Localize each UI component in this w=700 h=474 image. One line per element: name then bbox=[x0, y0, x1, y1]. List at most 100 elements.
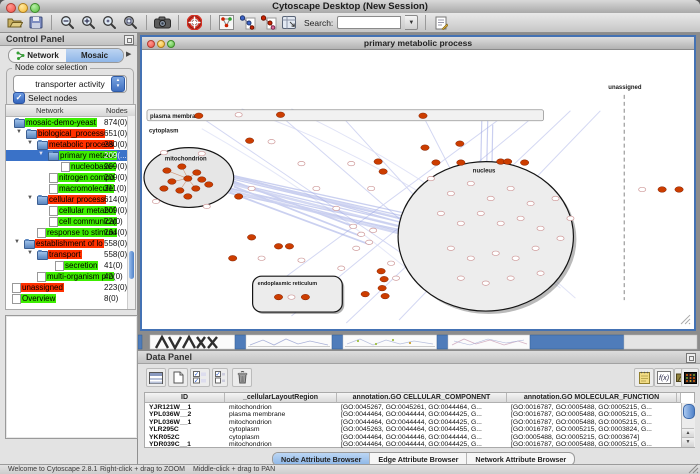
zoom-fit-icon[interactable] bbox=[122, 15, 139, 31]
toolbar-separator bbox=[178, 15, 179, 30]
float-panel-icon[interactable] bbox=[124, 35, 134, 45]
file-icon bbox=[61, 162, 70, 172]
table-row[interactable]: YPL036W__1mitochondrion [GO:0044464, GO:… bbox=[145, 419, 680, 426]
file-icon bbox=[49, 217, 58, 227]
endoplasmic-reticulum-label: endoplasmic reticulum bbox=[258, 281, 318, 287]
select-attributes-icon[interactable] bbox=[146, 368, 166, 387]
svg-text:✓: ✓ bbox=[194, 372, 199, 378]
tree-column-nodes[interactable]: Nodes bbox=[106, 106, 128, 115]
tree-row[interactable]: nucleobase- 209(0) bbox=[6, 161, 135, 172]
file-icon bbox=[37, 228, 46, 238]
expander-icon[interactable]: ▼ bbox=[16, 129, 22, 135]
expander-icon[interactable]: ▼ bbox=[38, 151, 44, 157]
tree-row[interactable]: nitrogen compo 209(0) bbox=[6, 172, 135, 183]
tab-scroll-right-icon[interactable]: ▶ bbox=[126, 50, 131, 58]
svg-text:✓: ✓ bbox=[194, 379, 199, 384]
tab-mosaic[interactable]: Mosaic bbox=[66, 49, 123, 62]
matrix-view-icon[interactable] bbox=[681, 368, 699, 387]
tree-row[interactable]: ▼ cellular process 614(0) bbox=[6, 194, 135, 205]
expander-icon[interactable]: ▼ bbox=[27, 250, 33, 256]
network-tab-icon bbox=[16, 51, 25, 60]
tree-row[interactable]: Overview 8(0) bbox=[6, 293, 135, 304]
window-resize-grip-icon[interactable] bbox=[688, 463, 699, 474]
annotation-icon[interactable] bbox=[433, 15, 450, 31]
select-nodes-checkbox[interactable]: ✓ bbox=[13, 92, 25, 104]
column-header-id[interactable]: ID bbox=[145, 393, 225, 403]
window-titlebar[interactable]: Cytoscape Desktop (New Session) bbox=[0, 0, 700, 14]
float-data-panel-icon[interactable] bbox=[686, 353, 696, 363]
function-builder-icon[interactable]: f(x) bbox=[654, 368, 674, 387]
column-header-cellular-component[interactable]: annotation.GO CELLULAR_COMPONENT bbox=[337, 393, 507, 403]
tree-row[interactable]: ▼ biological_process 651(0) bbox=[6, 128, 135, 139]
zoom-out-icon[interactable] bbox=[59, 15, 76, 31]
search-dropdown-icon[interactable]: ▼ bbox=[405, 15, 418, 30]
background-frames-strip[interactable] bbox=[138, 333, 700, 351]
tab-network[interactable]: Network bbox=[9, 49, 66, 62]
status-pan-hint: Middle-click + drag to PAN bbox=[193, 466, 275, 473]
tree-row[interactable]: multi-organism pro 42(0) bbox=[6, 271, 135, 282]
file-icon bbox=[49, 184, 58, 194]
notepad-icon[interactable] bbox=[634, 368, 654, 387]
frame-title: primary metabolic process bbox=[142, 38, 694, 48]
zoom-in-icon[interactable] bbox=[80, 15, 97, 31]
network-canvas[interactable]: plasma membrane cytoplasm mitochondrion … bbox=[142, 49, 694, 329]
cytoscape-window: Cytoscape Desktop (New Session) bbox=[0, 0, 700, 474]
tree-header[interactable]: Network Nodes bbox=[6, 105, 135, 117]
tree-row[interactable]: mosaic-demo-yeast 874(0) bbox=[6, 117, 135, 128]
network-view-frame[interactable]: primary metabolic process bbox=[140, 35, 696, 331]
column-header-molecular-function[interactable]: annotation.GO MOLECULAR_FUNCTION bbox=[507, 393, 677, 403]
dropdown-stepper-icon[interactable]: ▲▼ bbox=[111, 76, 125, 92]
tree-row[interactable]: unassigned 223(0) bbox=[6, 282, 135, 293]
tree-column-network[interactable]: Network bbox=[36, 106, 64, 115]
expander-icon[interactable]: ▼ bbox=[14, 239, 20, 245]
node-color-dropdown[interactable]: transporter activity bbox=[13, 75, 127, 93]
table-row[interactable]: YLR295Ccytoplasm [GO:0045263, GO:0044464… bbox=[145, 426, 680, 433]
table-scrollbar[interactable]: ▲ ▼ bbox=[681, 403, 695, 447]
network-tree: Network Nodes mosaic-demo-yeast 874(0) ▼… bbox=[5, 104, 136, 310]
open-file-icon[interactable] bbox=[6, 15, 23, 31]
new-attribute-icon[interactable] bbox=[168, 368, 188, 387]
tree-row[interactable]: cellular metabol 209(0) bbox=[6, 205, 135, 216]
file-icon bbox=[12, 294, 21, 304]
column-header-region[interactable]: _cellularLayoutRegion bbox=[225, 393, 337, 403]
table-row[interactable]: YPL036W__2plasma membrane [GO:0044464, G… bbox=[145, 411, 680, 418]
file-icon bbox=[49, 173, 58, 183]
tree-scrollbar[interactable] bbox=[127, 116, 135, 310]
folder-icon bbox=[14, 119, 25, 128]
tree-row-selected[interactable]: ▼ primary metabo 209(... bbox=[6, 150, 135, 161]
tree-row[interactable]: ▼ metabolic process 280(0) bbox=[6, 139, 135, 150]
status-welcome: Welcome to Cytoscape 2.8.1 bbox=[8, 466, 97, 473]
help-lifesaver-icon[interactable] bbox=[186, 15, 203, 31]
toolbar-separator bbox=[210, 15, 211, 30]
toolbar-separator bbox=[425, 15, 426, 30]
save-session-icon[interactable] bbox=[27, 15, 44, 31]
zoom-selected-icon[interactable] bbox=[101, 15, 118, 31]
tree-row[interactable]: macromolecule 311(0) bbox=[6, 183, 135, 194]
destroy-network-icon[interactable] bbox=[260, 15, 277, 31]
expander-icon[interactable]: ▼ bbox=[27, 140, 33, 146]
table-row[interactable]: YKR052Ccytoplasm [GO:0044464, GO:0044446… bbox=[145, 434, 680, 441]
tree-row[interactable]: cell communicat 22(0) bbox=[6, 216, 135, 227]
search-input[interactable] bbox=[337, 16, 401, 29]
create-network-icon[interactable] bbox=[239, 15, 256, 31]
scroll-down-icon[interactable]: ▼ bbox=[682, 437, 694, 447]
attribute-checklist-icon[interactable]: ✓✓ bbox=[190, 368, 210, 387]
nucleus-label: nucleus bbox=[473, 169, 496, 175]
table-row[interactable]: YDR039C__1mitochondrion [GO:0044464, GO:… bbox=[145, 441, 680, 448]
table-scrollbar-thumb[interactable] bbox=[683, 404, 695, 419]
birdseye-view-panel[interactable] bbox=[5, 315, 138, 439]
tree-scrollbar-thumb[interactable] bbox=[129, 251, 134, 279]
expander-icon[interactable]: ▼ bbox=[27, 195, 33, 201]
tree-row[interactable]: secretion 41(0) bbox=[6, 260, 135, 271]
attribute-list-icon[interactable]: ✓ bbox=[212, 368, 228, 387]
canvas-resize-grip-icon[interactable] bbox=[681, 315, 690, 324]
table-row[interactable]: YJR121W__1mitochondrion [GO:0045267, GO:… bbox=[145, 404, 680, 411]
vizmapper-icon[interactable] bbox=[281, 15, 298, 31]
tree-row[interactable]: ▼ transport 558(0) bbox=[6, 249, 135, 260]
network-overview-icon[interactable] bbox=[218, 15, 235, 31]
snapshot-camera-icon[interactable] bbox=[154, 15, 171, 31]
tree-row[interactable]: ▼ establishment of lo 558(0) bbox=[6, 238, 135, 249]
tree-row[interactable]: response to stimulu 264(0) bbox=[6, 227, 135, 238]
delete-attribute-trash-icon[interactable] bbox=[232, 368, 252, 387]
search-label: Search: bbox=[304, 18, 333, 28]
